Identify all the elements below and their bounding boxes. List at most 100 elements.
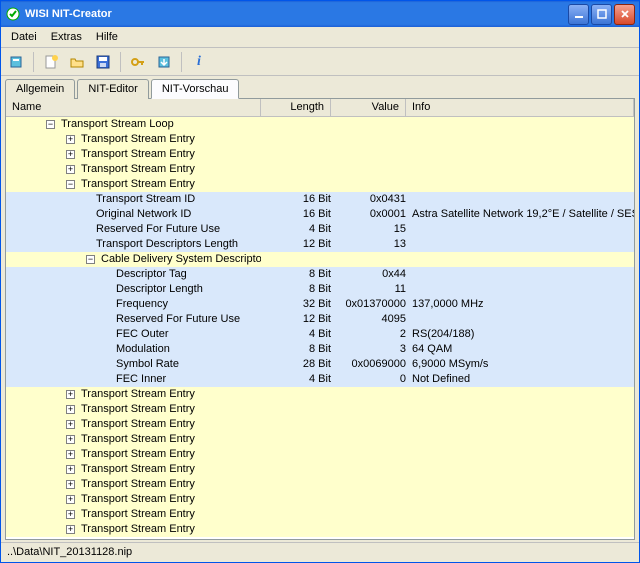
- menu-hilfe[interactable]: Hilfe: [90, 29, 124, 45]
- row-name: Transport Stream Entry: [81, 462, 195, 477]
- maximize-button[interactable]: [591, 4, 612, 25]
- save-icon[interactable]: [92, 51, 114, 73]
- row-info: 64 QAM: [406, 342, 634, 357]
- table-row[interactable]: +Transport Stream Entry: [6, 507, 634, 522]
- table-row[interactable]: +Transport Stream Entry: [6, 492, 634, 507]
- row-value: 15: [331, 222, 406, 237]
- table-row[interactable]: +Transport Stream Entry: [6, 387, 634, 402]
- expand-icon[interactable]: +: [66, 450, 75, 459]
- collapse-icon[interactable]: −: [66, 180, 75, 189]
- expand-icon[interactable]: +: [66, 525, 75, 534]
- row-name: Reserved For Future Use: [96, 222, 220, 237]
- row-info: Not Defined: [406, 372, 634, 387]
- row-name: Transport Stream Entry: [81, 132, 195, 147]
- row-value: 2: [331, 327, 406, 342]
- key-icon[interactable]: [127, 51, 149, 73]
- row-value: [331, 147, 406, 162]
- table-row[interactable]: + Transport Stream Entry: [6, 447, 634, 462]
- table-row[interactable]: +Transport Stream Entry: [6, 147, 634, 162]
- table-row[interactable]: Modulation8 Bit364 QAM: [6, 342, 634, 357]
- row-info: [406, 432, 634, 447]
- menu-datei[interactable]: Datei: [5, 29, 43, 45]
- column-header-name[interactable]: Name: [6, 99, 261, 116]
- row-value: 13: [331, 237, 406, 252]
- table-row[interactable]: Original Network ID16 Bit0x0001Astra Sat…: [6, 207, 634, 222]
- table-row[interactable]: FEC Inner4 Bit0Not Defined: [6, 372, 634, 387]
- collapse-icon[interactable]: −: [46, 120, 55, 129]
- tab-allgemein[interactable]: Allgemein: [5, 79, 75, 99]
- column-header-value[interactable]: Value: [331, 99, 406, 116]
- row-value: [331, 177, 406, 192]
- table-row[interactable]: +Transport Stream Entry: [6, 522, 634, 537]
- table-row[interactable]: Frequency32 Bit0x01370000137,0000 MHz: [6, 297, 634, 312]
- toolbar: i: [1, 48, 639, 76]
- table-row[interactable]: Reserved For Future Use4 Bit15: [6, 222, 634, 237]
- table-row[interactable]: Descriptor Length8 Bit11: [6, 282, 634, 297]
- info-icon[interactable]: i: [188, 51, 210, 73]
- row-value: 11: [331, 282, 406, 297]
- open-folder-icon[interactable]: [66, 51, 88, 73]
- expand-icon[interactable]: +: [66, 165, 75, 174]
- expand-icon[interactable]: +: [66, 390, 75, 399]
- close-button[interactable]: [614, 4, 635, 25]
- row-name: Descriptor Length: [116, 282, 203, 297]
- table-row[interactable]: + Transport Stream Entry: [6, 462, 634, 477]
- minimize-button[interactable]: [568, 4, 589, 25]
- row-value: 0x44: [331, 267, 406, 282]
- row-info: [406, 132, 634, 147]
- table-row[interactable]: +Transport Stream Entry: [6, 162, 634, 177]
- table-row[interactable]: +Transport Stream Entry: [6, 402, 634, 417]
- expand-icon[interactable]: +: [66, 150, 75, 159]
- row-value: 0x0431: [331, 192, 406, 207]
- table-row[interactable]: −Transport Stream Loop: [6, 117, 634, 132]
- row-name: Descriptor Tag: [116, 267, 187, 282]
- expand-icon[interactable]: +: [66, 420, 75, 429]
- row-value: 4095: [331, 312, 406, 327]
- expand-icon[interactable]: +: [66, 465, 75, 474]
- row-name: Transport Stream Entry: [81, 447, 195, 462]
- column-header-length[interactable]: Length: [261, 99, 331, 116]
- row-length: [261, 522, 331, 537]
- table-row[interactable]: + Transport Stream Entry: [6, 132, 634, 147]
- table-row[interactable]: −Cable Delivery System Descriptor: [6, 252, 634, 267]
- menu-extras[interactable]: Extras: [45, 29, 88, 45]
- expand-icon[interactable]: +: [66, 135, 75, 144]
- export-icon[interactable]: [153, 51, 175, 73]
- tab-nit-vorschau[interactable]: NIT-Vorschau: [151, 79, 240, 99]
- titlebar: WISI NIT-Creator: [1, 1, 639, 27]
- row-info: [406, 267, 634, 282]
- row-info: [406, 237, 634, 252]
- expand-icon[interactable]: +: [66, 405, 75, 414]
- table-row[interactable]: Transport Descriptors Length12 Bit13: [6, 237, 634, 252]
- table-row[interactable]: Symbol Rate28 Bit0x00690006,9000 MSym/s: [6, 357, 634, 372]
- row-name: Transport Descriptors Length: [96, 237, 238, 252]
- row-length: [261, 492, 331, 507]
- collapse-icon[interactable]: −: [86, 255, 95, 264]
- row-info: [406, 117, 634, 132]
- row-info: [406, 522, 634, 537]
- table-row[interactable]: FEC Outer4 Bit2RS(204/188): [6, 327, 634, 342]
- row-name: Symbol Rate: [116, 357, 179, 372]
- table-row[interactable]: −Transport Stream Entry: [6, 177, 634, 192]
- expand-icon[interactable]: +: [66, 435, 75, 444]
- expand-icon[interactable]: +: [66, 510, 75, 519]
- row-length: [261, 402, 331, 417]
- table-row[interactable]: Reserved For Future Use12 Bit4095: [6, 312, 634, 327]
- expand-icon[interactable]: +: [66, 480, 75, 489]
- table-row[interactable]: +Transport Stream Entry: [6, 417, 634, 432]
- table-row[interactable]: Descriptor Tag8 Bit0x44: [6, 267, 634, 282]
- row-name: Transport Stream Entry: [81, 477, 195, 492]
- table-row[interactable]: +Transport Stream Entry: [6, 432, 634, 447]
- toolbar-separator: [120, 52, 121, 72]
- new-device-icon[interactable]: [5, 51, 27, 73]
- table-row[interactable]: Transport Stream ID16 Bit0x0431: [6, 192, 634, 207]
- app-icon: [5, 6, 21, 22]
- expand-icon[interactable]: +: [66, 495, 75, 504]
- column-header-info[interactable]: Info: [406, 99, 634, 116]
- row-length: [261, 477, 331, 492]
- tab-nit-editor[interactable]: NIT-Editor: [77, 79, 149, 99]
- row-value: [331, 492, 406, 507]
- table-row[interactable]: + Transport Stream Entry: [6, 477, 634, 492]
- grid-body[interactable]: −Transport Stream Loop + Transport Stream …: [6, 117, 634, 539]
- new-file-icon[interactable]: [40, 51, 62, 73]
